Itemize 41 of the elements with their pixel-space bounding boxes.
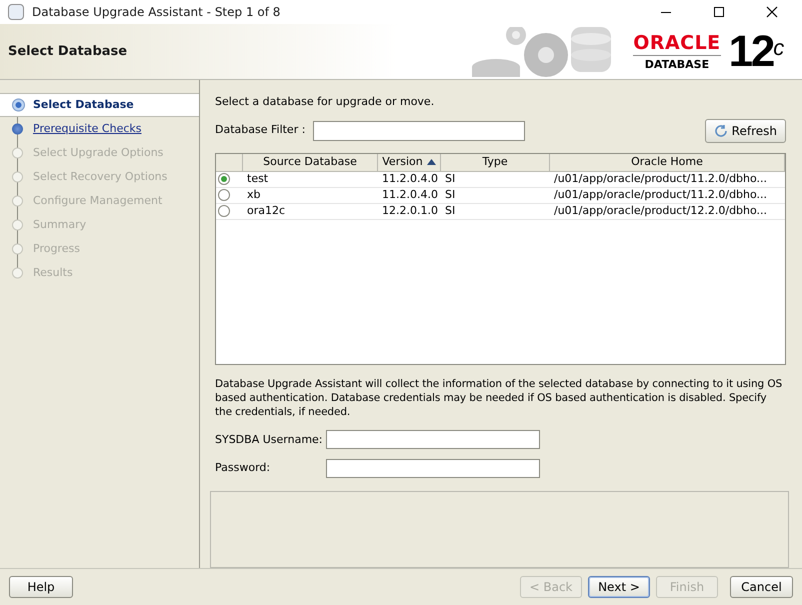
dialog-button[interactable]: Next >: [588, 576, 650, 598]
brand-logo: ORACLE: [633, 34, 721, 56]
step-link[interactable]: Prerequisite Checks: [33, 120, 142, 138]
close-icon: [766, 6, 778, 18]
page-title: Select Database: [8, 42, 128, 61]
field-label: Password:: [215, 460, 272, 476]
input-field[interactable]: [326, 459, 540, 478]
dialog-button[interactable]: Cancel: [730, 576, 793, 598]
window-title: Database Upgrade Assistant - Step 1 of 8: [32, 4, 282, 21]
row-radio[interactable]: [218, 189, 230, 201]
table-cell-text: ora12c: [246, 202, 286, 219]
row-radio[interactable]: [218, 205, 230, 217]
table-cell-text: SI: [444, 186, 456, 203]
column-header[interactable]: Source Database: [243, 154, 378, 170]
table-cell-text: /u01/app/oracle/product/11.2.0/dbho...: [553, 186, 768, 203]
filter-field[interactable]: [313, 120, 525, 140]
filter-label: Database Filter :: [215, 122, 306, 138]
table-cell-text: 12.2.0.1.0: [381, 202, 439, 219]
table-cell-text: 11.2.0.4.0: [381, 170, 439, 187]
input-field[interactable]: [326, 430, 540, 450]
dialog-button[interactable]: Help: [9, 576, 73, 598]
table-cell-text: test: [246, 170, 270, 187]
column-header[interactable]: Version: [378, 154, 441, 170]
app-icon: [8, 4, 24, 20]
sort-ascending-icon: [426, 159, 436, 165]
version-logo: 12$^{c}$: [728, 30, 782, 74]
table-cell-text: SI: [444, 202, 456, 219]
table-cell-text: 11.2.0.4.0: [381, 186, 439, 203]
refresh-button[interactable]: Refresh: [704, 118, 786, 142]
product-label: DATABASE: [644, 58, 710, 70]
table-cell-text: /u01/app/oracle/product/11.2.0/dbho...: [553, 170, 768, 187]
row-radio[interactable]: [218, 173, 230, 185]
column-header[interactable]: Type: [441, 154, 550, 170]
table-cell-text: xb: [246, 186, 262, 203]
field-label: SYSDBA Username:: [215, 432, 324, 448]
column-header[interactable]: Oracle Home: [550, 154, 785, 170]
refresh-icon: [714, 124, 728, 138]
info-text: Database Upgrade Assistant will collect the information of the selected database by connecting to it using OS based authentication. Database credentials may be needed if OS based authentication is disabled. Specify the credentials, if needed.: [215, 376, 784, 419]
intro-text: Select a database for upgrade or move.: [215, 94, 436, 110]
table-cell-text: SI: [444, 170, 456, 187]
table-cell-text: /u01/app/oracle/product/12.2.0/dbho...: [553, 202, 768, 219]
